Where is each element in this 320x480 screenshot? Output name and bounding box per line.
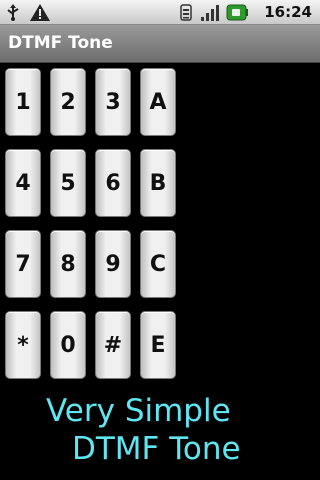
key-8-button[interactable]: 8: [50, 230, 86, 298]
key-5-button[interactable]: 5: [50, 149, 86, 217]
battery-icon: [226, 4, 248, 21]
network-activity-icon: [180, 4, 192, 21]
key-b-button[interactable]: B: [140, 149, 176, 217]
caption-line-1: Very Simple: [46, 393, 231, 429]
key-4-button[interactable]: 4: [5, 149, 41, 217]
signal-icon: [201, 5, 219, 21]
key-9-button[interactable]: 9: [95, 230, 131, 298]
key-6-button[interactable]: 6: [95, 149, 131, 217]
title-bar: DTMF Tone: [0, 25, 320, 63]
dtmf-keypad: 1 2 3 A 4 5 6 B 7 8 9 C * 0 # E: [5, 68, 176, 379]
key-7-button[interactable]: 7: [5, 230, 41, 298]
warning-icon: [30, 4, 50, 21]
caption-line-2: DTMF Tone: [72, 431, 241, 467]
key-a-button[interactable]: A: [140, 68, 176, 136]
key-hash-button[interactable]: #: [95, 311, 131, 379]
key-1-button[interactable]: 1: [5, 68, 41, 136]
key-e-button[interactable]: E: [140, 311, 176, 379]
key-3-button[interactable]: 3: [95, 68, 131, 136]
app-title: DTMF Tone: [8, 33, 113, 53]
key-0-button[interactable]: 0: [50, 311, 86, 379]
key-c-button[interactable]: C: [140, 230, 176, 298]
status-clock: 16:24: [264, 3, 312, 21]
status-bar: 16:24: [0, 0, 320, 25]
key-star-button[interactable]: *: [5, 311, 41, 379]
key-2-button[interactable]: 2: [50, 68, 86, 136]
usb-icon: [7, 4, 19, 21]
